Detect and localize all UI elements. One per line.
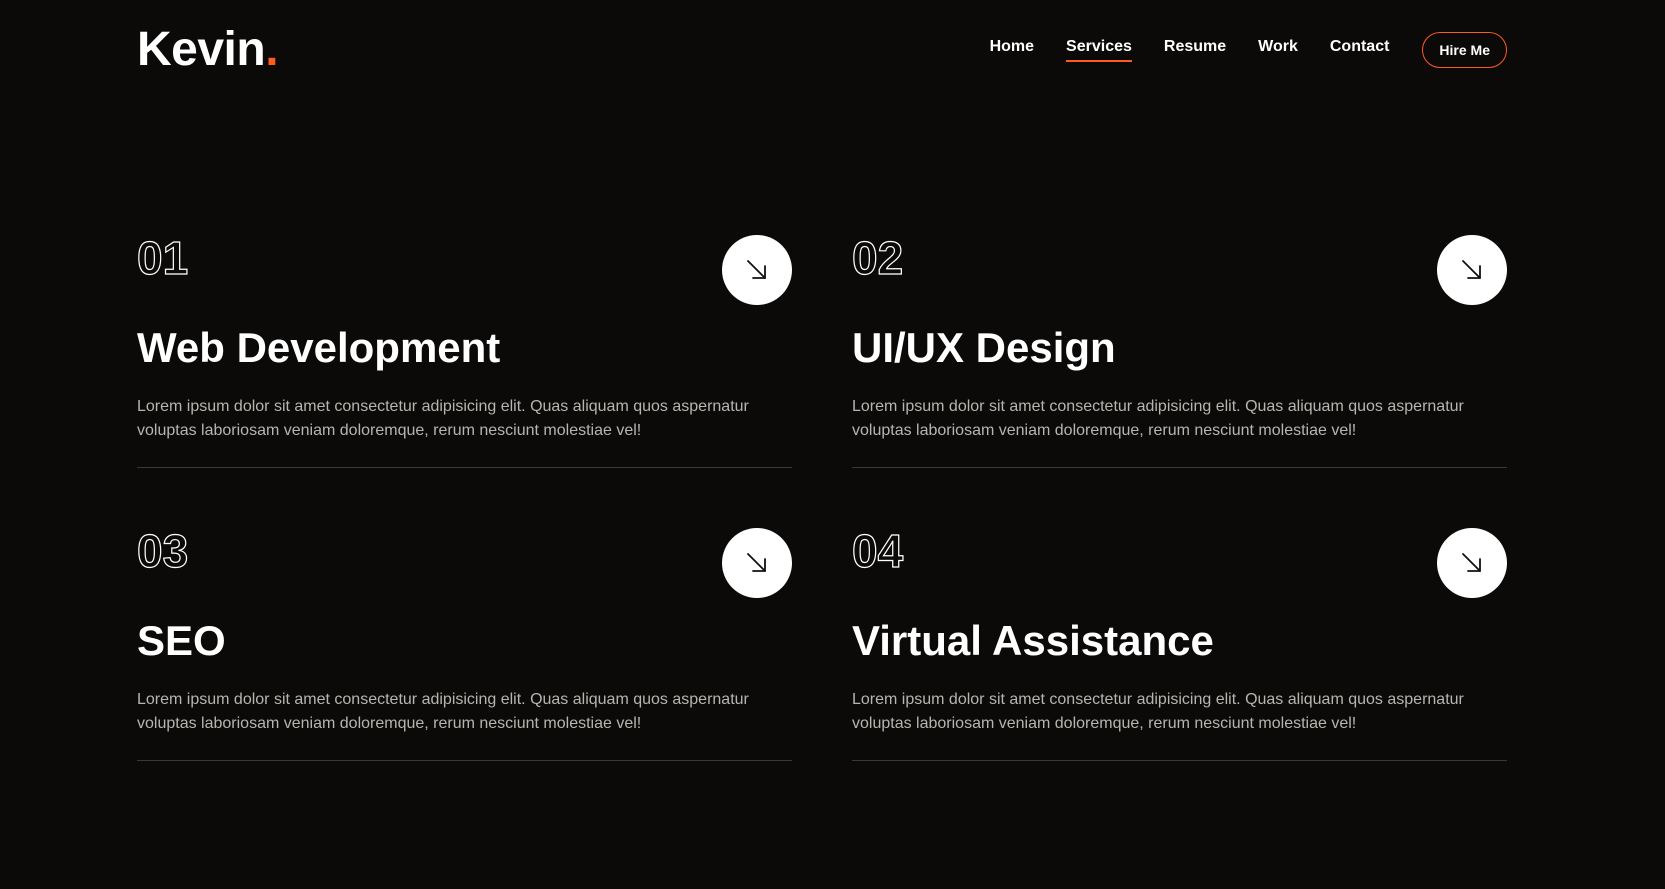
nav-item-services[interactable]: Services [1066,38,1132,62]
nav-item-work[interactable]: Work [1258,38,1298,62]
arrow-down-right-icon [1462,553,1481,572]
arrow-down-right-icon [747,553,766,572]
arrow-down-right-icon [747,260,766,279]
arrow-down-right-icon [1462,260,1481,279]
service-number: 02 [851,232,904,284]
service-description: Lorem ipsum dolor sit amet consectetur a… [137,691,749,732]
nav-item-resume[interactable]: Resume [1164,38,1226,62]
service-card-ui-ux-design: 02 UI/UX Design Lorem ipsum dolor sit am… [851,232,1507,468]
logo[interactable]: Kevin. [137,23,279,76]
service-number: 01 [136,232,189,284]
main-nav: Home Services Resume Work Contact Hire M… [958,32,1507,68]
services-grid: 01 Web Development Lorem ipsum dolor sit… [136,232,1507,761]
nav-item-home[interactable]: Home [990,38,1034,62]
service-link-button[interactable] [1437,235,1507,305]
site-header: Kevin. Home Services Resume Work Contact… [137,20,1507,80]
service-card-web-development: 01 Web Development Lorem ipsum dolor sit… [136,232,792,468]
service-description: Lorem ipsum dolor sit amet consectetur a… [137,398,749,439]
service-title: Virtual Assistance [852,617,1214,664]
service-title: SEO [137,617,226,664]
service-title: Web Development [137,324,501,371]
services-page: Kevin. Home Services Resume Work Contact… [0,0,1665,889]
nav-item-contact[interactable]: Contact [1330,38,1390,62]
hire-me-button[interactable]: Hire Me [1422,32,1507,68]
service-title: UI/UX Design [852,324,1116,371]
logo-dot: . [265,23,279,76]
logo-text: Kevin [137,23,266,76]
service-card-virtual-assistance: 04 Virtual Assistance Lorem ipsum dolor … [851,525,1507,761]
service-number: 03 [136,525,189,577]
service-link-button[interactable] [722,528,792,598]
service-link-button[interactable] [1437,528,1507,598]
service-number: 04 [851,525,904,577]
service-description: Lorem ipsum dolor sit amet consectetur a… [852,691,1464,732]
service-card-seo: 03 SEO Lorem ipsum dolor sit amet consec… [136,525,792,761]
service-description: Lorem ipsum dolor sit amet consectetur a… [852,398,1464,439]
service-link-button[interactable] [722,235,792,305]
